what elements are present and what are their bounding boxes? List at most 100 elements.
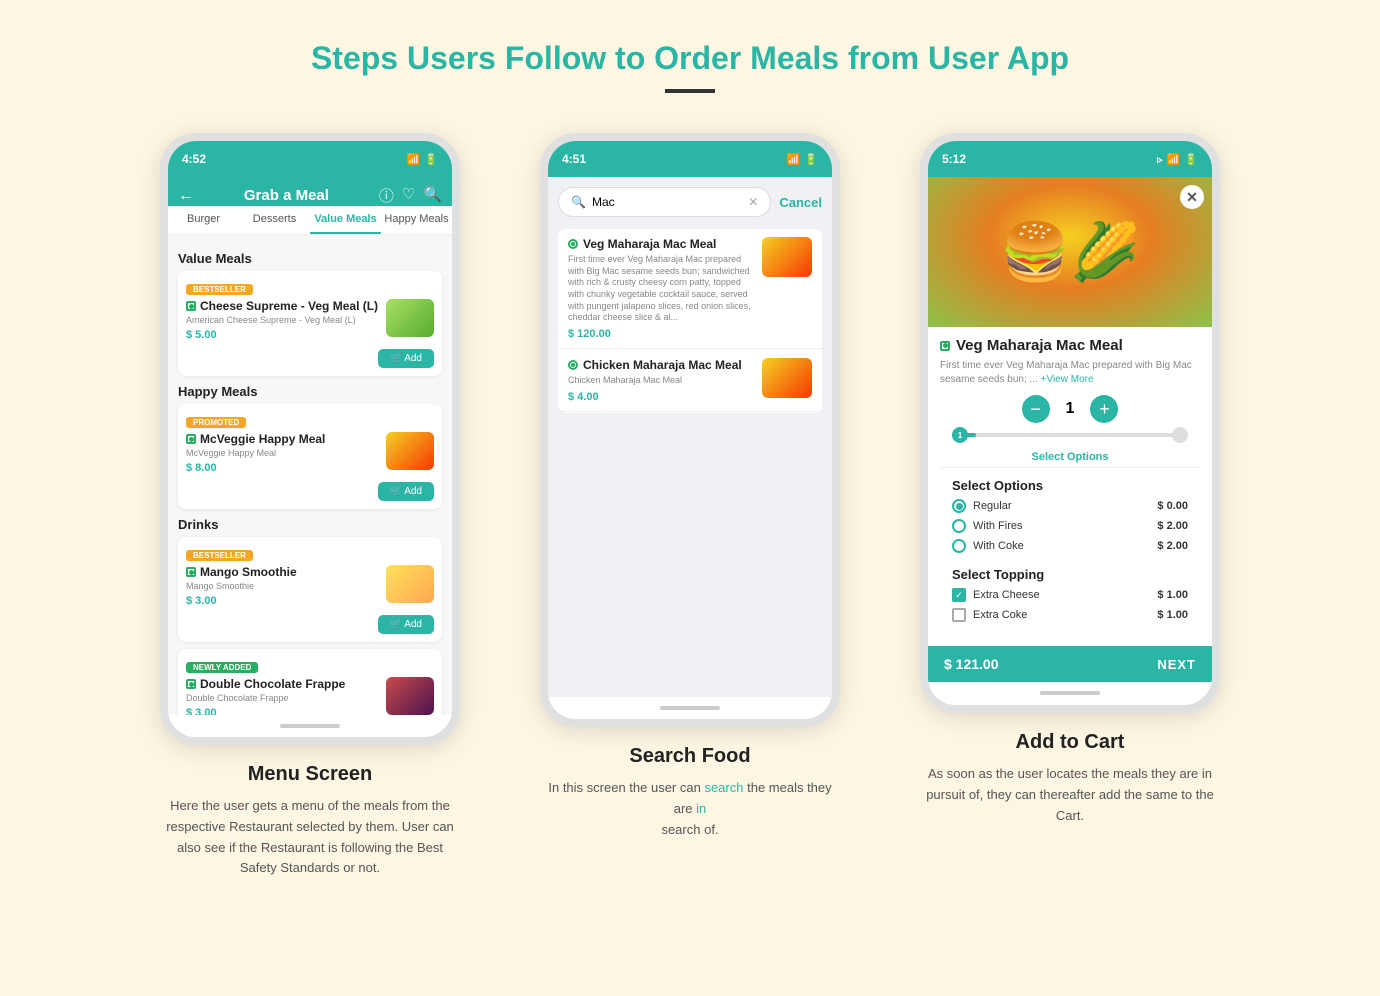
search-result-img-1 — [762, 237, 812, 277]
search-result-price-2: $ 4.00 — [568, 391, 754, 403]
wifi-icon-search: 📶 — [787, 153, 801, 166]
option-label-fires: With Fires — [973, 520, 1023, 532]
status-bar-menu: 4:52 📶 🔋 — [168, 141, 452, 177]
search-cancel-btn[interactable]: Cancel — [779, 195, 822, 210]
tab-value-meals[interactable]: Value Meals — [310, 206, 381, 234]
cart-total: $ 121.00 — [944, 656, 999, 672]
radio-regular[interactable] — [952, 499, 966, 513]
radio-coke[interactable] — [952, 539, 966, 553]
menu-item-img — [386, 299, 434, 337]
search-result-item-1[interactable]: Veg Maharaja Mac Meal First time ever Ve… — [558, 229, 822, 349]
menu-screen-caption: Menu Screen Here the user gets a menu of… — [165, 763, 455, 879]
tab-burger[interactable]: Burger — [168, 206, 239, 234]
option-row-coke[interactable]: With Coke $ 2.00 — [952, 539, 1188, 553]
veg-circle-2 — [568, 360, 578, 370]
option-price-regular: $ 0.00 — [1157, 500, 1188, 512]
status-icons-search: 📶 🔋 — [787, 153, 818, 166]
topping-label-coke: Extra Coke — [973, 609, 1027, 621]
option-row-regular[interactable]: Regular $ 0.00 — [952, 499, 1188, 513]
menu-item-name-3: Mango Smoothie — [186, 565, 380, 579]
menu-item-row-3: Mango Smoothie Mango Smoothie $ 3.00 — [186, 565, 434, 607]
menu-item-price-3: $ 3.00 — [186, 595, 380, 607]
search-result-name-1: Veg Maharaja Mac Meal — [568, 237, 754, 251]
option-left-regular: Regular — [952, 499, 1012, 513]
menu-item-info-4: Double Chocolate Frappe Double Chocolate… — [186, 677, 380, 715]
cart-hero-image: 🍔🌽 ✕ — [928, 177, 1212, 327]
slider-track[interactable]: 1 — [952, 433, 1188, 437]
battery-icon-search: 🔋 — [804, 153, 818, 166]
checkbox-cheese[interactable] — [952, 588, 966, 602]
search-result-info-2: Chicken Maharaja Mac Meal Chicken Mahara… — [568, 358, 754, 403]
veg-indicator — [186, 301, 196, 311]
section-value-meals: Value Meals — [178, 251, 442, 266]
options-section: Select Options Regular $ 0.00 With — [940, 474, 1200, 563]
info-icon[interactable]: ⓘ — [379, 185, 394, 206]
veg-circle-1 — [568, 239, 578, 249]
menu-item-actions-2: 🛒 Add — [186, 478, 434, 501]
menu-item-name-2: McVeggie Happy Meal — [186, 432, 380, 446]
screens-container: 4:52 📶 🔋 ← Grab a Meal ⓘ ♡ 🔍 Burger D — [20, 133, 1360, 879]
search-caption-desc: In this screen the user can search the m… — [545, 778, 835, 840]
cart-item-name: Veg Maharaja Mac Meal — [940, 337, 1200, 354]
menu-caption-title: Menu Screen — [165, 763, 455, 786]
radio-fires[interactable] — [952, 519, 966, 533]
status-time-cart: 5:12 — [942, 152, 966, 166]
cart-item-detail: Veg Maharaja Mac Meal First time ever Ve… — [928, 327, 1212, 642]
slider-thumb-right[interactable] — [1172, 427, 1188, 443]
option-row-fires[interactable]: With Fires $ 2.00 — [952, 519, 1188, 533]
search-caption-title: Search Food — [545, 745, 835, 768]
menu-tabs: Burger Desserts Value Meals Happy Meals — [168, 206, 452, 235]
checkbox-coke[interactable] — [952, 608, 966, 622]
qty-increase-button[interactable]: + — [1090, 395, 1118, 423]
burger-image: 🍔🌽 — [928, 177, 1212, 327]
add-button-2[interactable]: 🛒 Add — [378, 482, 434, 501]
badge-bestseller: BESTSELLER — [186, 284, 253, 295]
cart-screen-caption: Add to Cart As soon as the user locates … — [925, 731, 1215, 826]
search-result-price-1: $ 120.00 — [568, 328, 754, 340]
next-button[interactable]: NEXT — [1157, 657, 1196, 672]
topping-section-title: Select Topping — [952, 567, 1188, 582]
clear-search-icon[interactable]: ✕ — [748, 195, 758, 209]
menu-item-actions-3: 🛒 Add — [186, 611, 434, 634]
tab-happy-meals[interactable]: Happy Meals — [381, 206, 452, 234]
menu-item-img-2 — [386, 432, 434, 470]
qty-decrease-button[interactable]: − — [1022, 395, 1050, 423]
search-screen-col: 4:51 📶 🔋 🔍 Mac ✕ Cancel — [530, 133, 850, 840]
status-bar-search: 4:51 📶 🔋 — [548, 141, 832, 177]
slider-thumb-left[interactable]: 1 — [952, 427, 968, 443]
view-more-link[interactable]: +View More — [1041, 374, 1094, 385]
option-left-coke: With Coke — [952, 539, 1024, 553]
menu-body: Value Meals BESTSELLER Cheese Supreme - … — [168, 235, 452, 715]
select-options-tab[interactable]: Select Options — [940, 447, 1200, 468]
option-left-fires: With Fires — [952, 519, 1023, 533]
status-icons-menu: 📶 🔋 — [407, 153, 438, 166]
topping-left-cheese: Extra Cheese — [952, 588, 1040, 602]
menu-caption-desc: Here the user gets a menu of the meals f… — [165, 796, 455, 879]
option-price-fires: $ 2.00 — [1157, 520, 1188, 532]
option-label-coke: With Coke — [973, 540, 1024, 552]
search-value[interactable]: Mac — [592, 195, 742, 209]
menu-item-sub-4: Double Chocolate Frappe — [186, 693, 380, 703]
back-icon[interactable]: ← — [178, 187, 194, 205]
close-button[interactable]: ✕ — [1180, 185, 1204, 209]
battery-icon: 🔋 — [424, 153, 438, 166]
battery-icon-cart: 🔋 — [1184, 153, 1198, 166]
heart-icon[interactable]: ♡ — [402, 185, 415, 206]
phone-bottom-bar-2 — [548, 697, 832, 719]
add-button-3[interactable]: 🛒 Add — [378, 615, 434, 634]
tab-desserts[interactable]: Desserts — [239, 206, 310, 234]
add-button[interactable]: 🛒 Add — [378, 349, 434, 368]
menu-item-info-2: McVeggie Happy Meal McVeggie Happy Meal … — [186, 432, 380, 474]
cart-caption-desc: As soon as the user locates the meals th… — [925, 764, 1215, 826]
search-input-box: 🔍 Mac ✕ — [558, 187, 771, 217]
search-icon[interactable]: 🔍 — [423, 185, 442, 206]
phone-bottom-bar-3 — [928, 682, 1212, 704]
topping-row-coke[interactable]: Extra Coke $ 1.00 — [952, 608, 1188, 622]
search-screen-body: 🔍 Mac ✕ Cancel Veg Maharaja Mac Meal — [548, 177, 832, 697]
search-result-item-2[interactable]: Chicken Maharaja Mac Meal Chicken Mahara… — [558, 350, 822, 412]
search-screen-caption: Search Food In this screen the user can … — [545, 745, 835, 840]
topping-row-cheese[interactable]: Extra Cheese $ 1.00 — [952, 588, 1188, 602]
menu-item-row: Cheese Supreme - Veg Meal (L) American C… — [186, 299, 434, 341]
quantity-display: 1 — [1066, 400, 1075, 418]
menu-item-row-2: McVeggie Happy Meal McVeggie Happy Meal … — [186, 432, 434, 474]
